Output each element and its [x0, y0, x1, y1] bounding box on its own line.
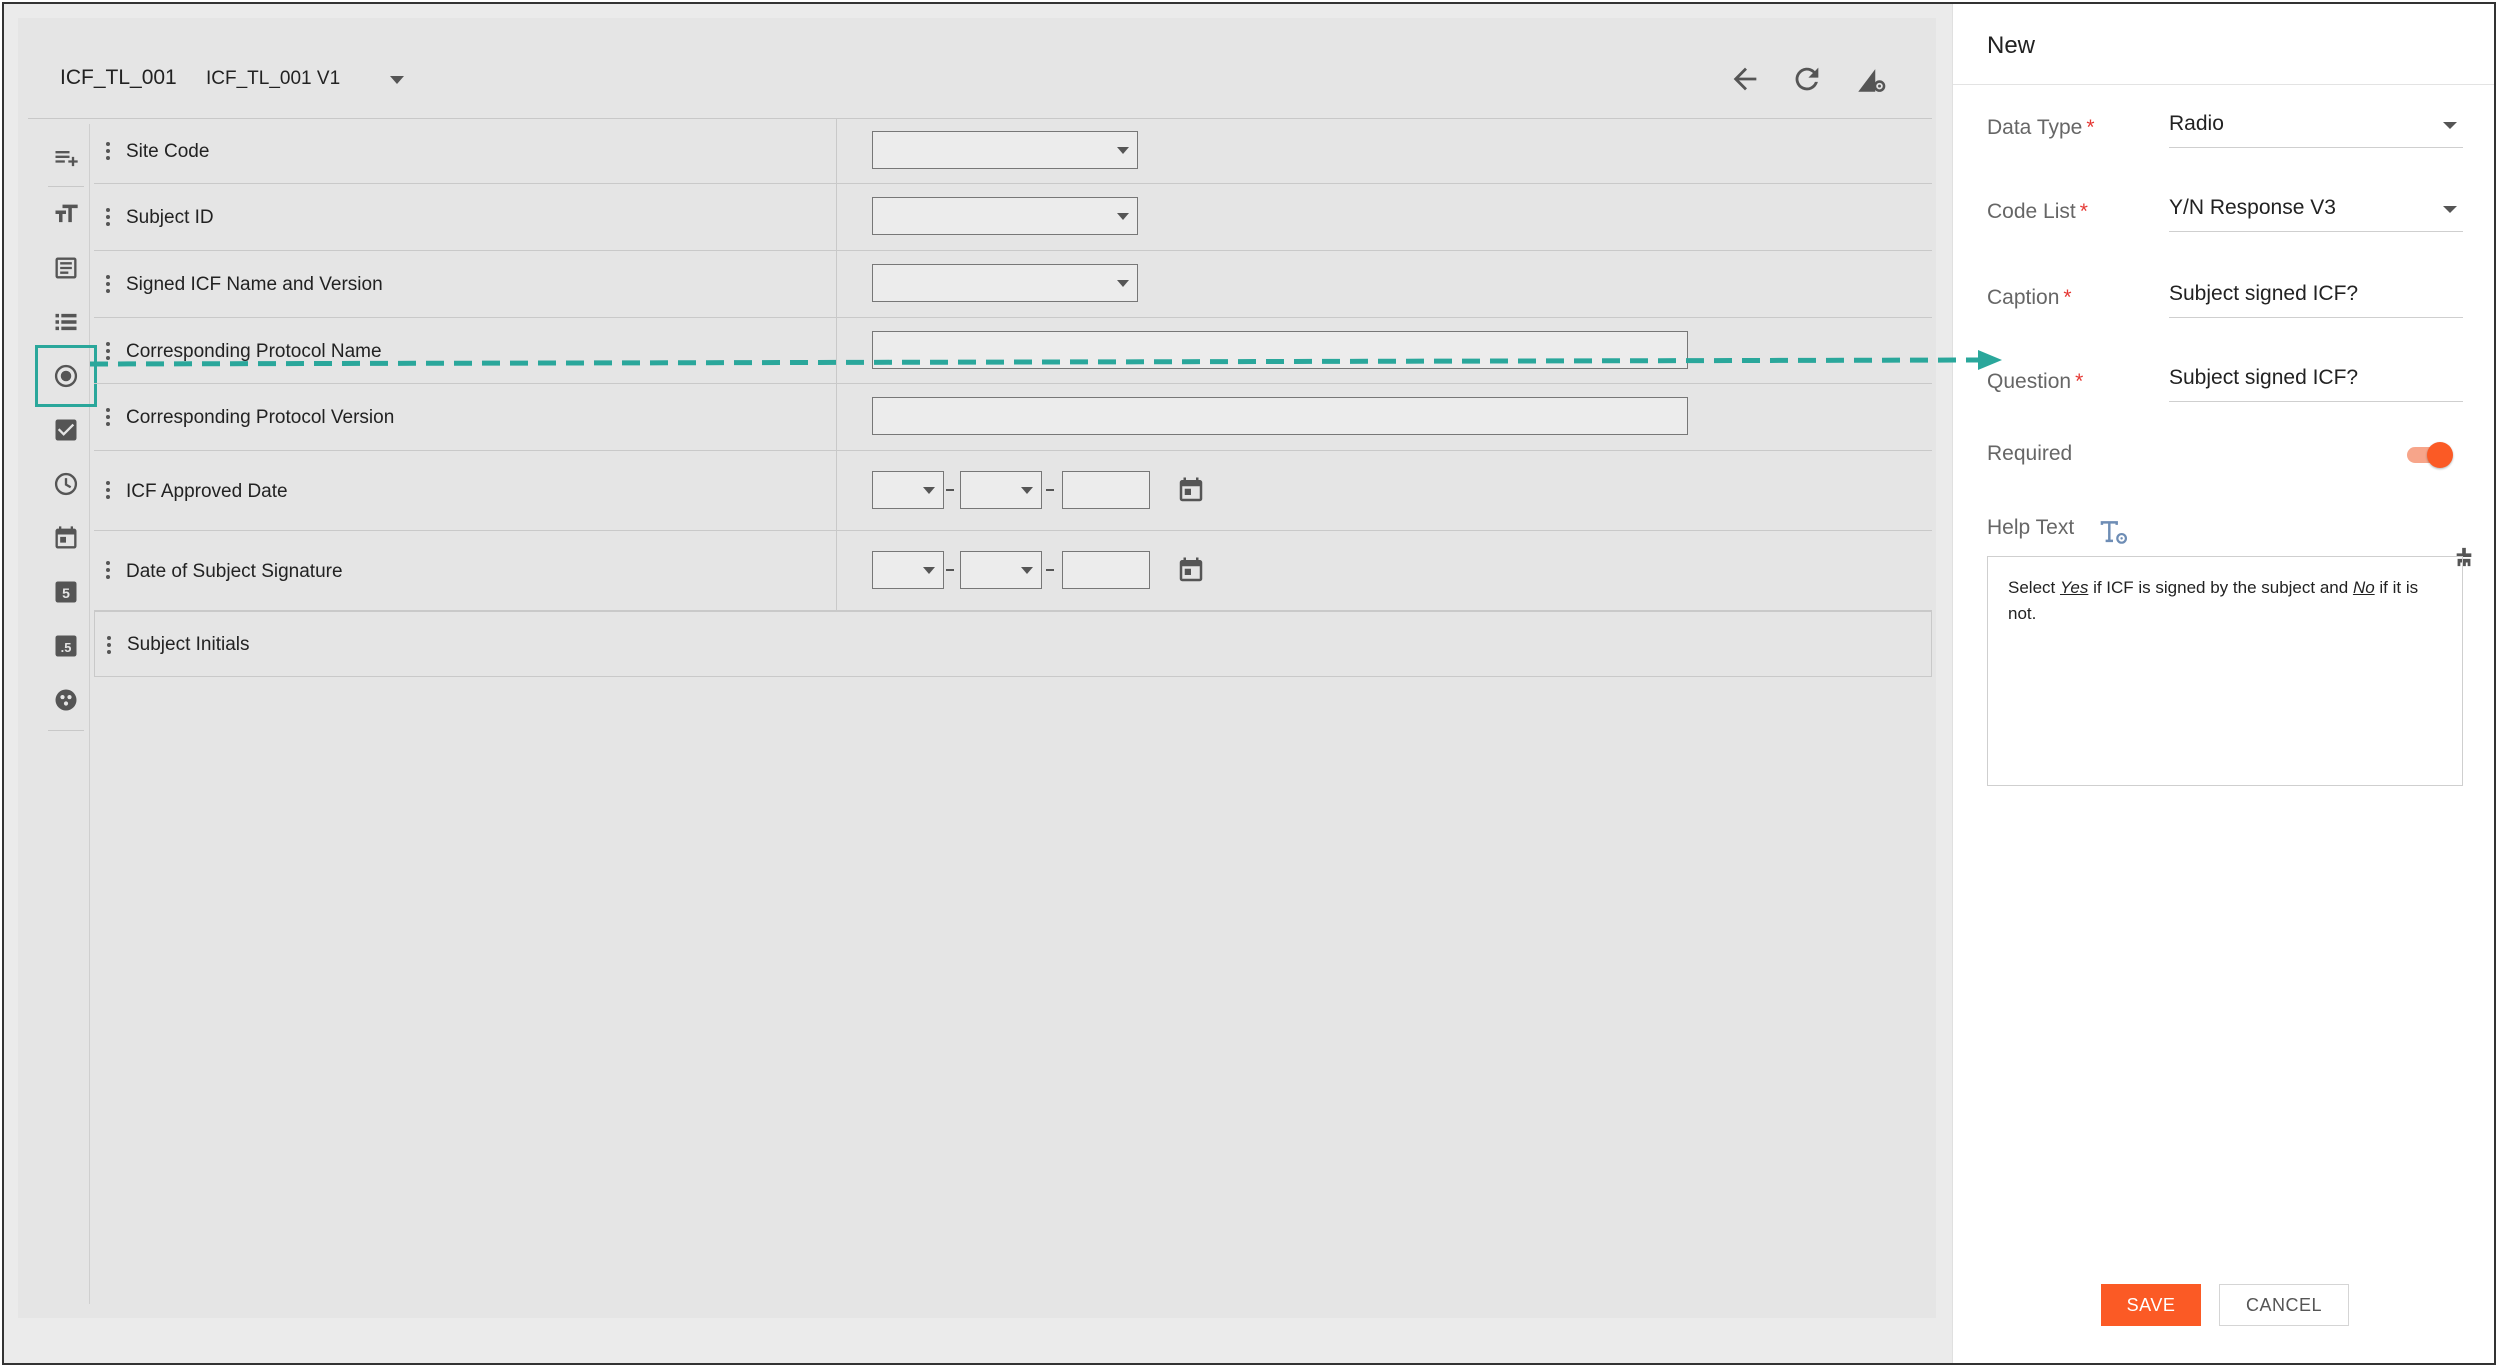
- code-list-select[interactable]: Y/N Response V3: [2169, 188, 2463, 232]
- calendar-icon[interactable]: [1176, 555, 1206, 585]
- refresh-icon[interactable]: [1790, 62, 1824, 96]
- text-block-icon[interactable]: [42, 244, 90, 292]
- approved-day-select[interactable]: [872, 471, 944, 509]
- time-icon[interactable]: [42, 460, 90, 508]
- table-row[interactable]: Signed ICF Name and Version: [94, 251, 1932, 318]
- text-settings-icon[interactable]: [2097, 516, 2129, 546]
- add-row-icon[interactable]: [42, 134, 90, 182]
- svg-text:5: 5: [62, 585, 70, 601]
- approved-year-input[interactable]: [1062, 471, 1150, 509]
- required-toggle[interactable]: [2407, 440, 2453, 470]
- designer-header: ICF_TL_001 ICF_TL_001 V1: [18, 18, 1936, 118]
- toggle-knob: [2427, 442, 2453, 468]
- drag-handle-icon[interactable]: [106, 208, 112, 228]
- site-code-select[interactable]: [872, 131, 1138, 169]
- form-version-select[interactable]: ICF_TL_001 V1: [206, 68, 340, 90]
- svg-text:.5: .5: [61, 640, 72, 655]
- row-label: ICF Approved Date: [126, 481, 288, 502]
- subject-id-select[interactable]: [872, 197, 1138, 235]
- drag-handle-icon[interactable]: [106, 561, 112, 581]
- table-row[interactable]: Corresponding Protocol Name: [94, 318, 1932, 384]
- number-icon[interactable]: 5: [42, 568, 90, 616]
- row-label: Date of Subject Signature: [126, 561, 343, 582]
- column-divider: [836, 184, 837, 250]
- form-settings-icon[interactable]: [1854, 62, 1888, 96]
- row-label: Signed ICF Name and Version: [126, 274, 383, 295]
- date-separator: [1046, 569, 1054, 571]
- column-divider: [836, 451, 837, 530]
- data-type-select[interactable]: Radio: [2169, 104, 2463, 148]
- caption-label: Caption *: [1987, 286, 2072, 309]
- list-icon[interactable]: [42, 298, 90, 346]
- chevron-down-icon[interactable]: [390, 76, 404, 84]
- signature-day-select[interactable]: [872, 551, 944, 589]
- signature-month-select[interactable]: [960, 551, 1042, 589]
- form-code: ICF_TL_001: [60, 66, 177, 89]
- field-toolbox: 5 .5: [35, 124, 97, 1304]
- column-divider: [836, 384, 837, 450]
- table-row[interactable]: Date of Subject Signature: [94, 531, 1932, 611]
- column-divider: [836, 118, 837, 183]
- drag-handle-icon[interactable]: [106, 342, 112, 362]
- code-list-label: Code List *: [1987, 200, 2088, 223]
- form-canvas: ICF_TL_001 ICF_TL_001 V1 5 .5 Site Code …: [18, 18, 1936, 1318]
- row-label: Site Code: [126, 141, 210, 162]
- date-separator: [1046, 489, 1054, 491]
- radio-icon[interactable]: [35, 345, 97, 407]
- toolbox-divider: [48, 730, 84, 731]
- save-button[interactable]: SAVE: [2101, 1284, 2201, 1326]
- toolbox-divider: [48, 186, 84, 187]
- row-label: Corresponding Protocol Version: [126, 407, 395, 428]
- checkbox-icon[interactable]: [42, 406, 90, 454]
- caption-input[interactable]: Subject signed ICF?: [2169, 274, 2463, 318]
- calendar-icon[interactable]: [1176, 475, 1206, 505]
- protocol-version-input[interactable]: [872, 397, 1688, 435]
- panel-divider: [1953, 84, 2494, 85]
- column-divider: [836, 318, 837, 383]
- panel-title: New: [1987, 32, 2036, 59]
- drag-handle-icon[interactable]: [106, 142, 112, 162]
- decimal-icon[interactable]: .5: [42, 622, 90, 670]
- table-row[interactable]: Corresponding Protocol Version: [94, 384, 1932, 451]
- row-label: Subject ID: [126, 207, 214, 228]
- signed-icf-select[interactable]: [872, 264, 1138, 302]
- help-text-label: Help Text: [1987, 516, 2075, 539]
- text-size-icon[interactable]: [42, 190, 90, 238]
- data-type-label: Data Type *: [1987, 116, 2095, 139]
- date-separator: [946, 569, 954, 571]
- help-text-editor[interactable]: Select Yes if ICF is signed by the subje…: [1987, 556, 2463, 786]
- form-designer: ICF_TL_001 ICF_TL_001 V1 5 .5 Site Code …: [4, 4, 1952, 1363]
- table-row[interactable]: Site Code: [94, 118, 1932, 184]
- drag-handle-icon[interactable]: [106, 481, 112, 501]
- row-label: Corresponding Protocol Name: [126, 341, 382, 362]
- column-divider: [836, 251, 837, 317]
- drag-handle-icon[interactable]: [106, 408, 112, 428]
- back-arrow-icon[interactable]: [1728, 62, 1762, 96]
- question-input[interactable]: Subject signed ICF?: [2169, 358, 2463, 402]
- lookup-icon[interactable]: [42, 676, 90, 724]
- date-icon[interactable]: [42, 514, 90, 562]
- date-separator: [946, 489, 954, 491]
- table-row[interactable]: Subject Initials: [94, 611, 1932, 677]
- cancel-button[interactable]: CANCEL: [2219, 1284, 2349, 1326]
- column-divider: [836, 531, 837, 610]
- field-properties-panel: New Data Type * Radio Code List * Y/N Resp…: [1952, 4, 2494, 1363]
- app-frame: ICF_TL_001 ICF_TL_001 V1 5 .5 Site Code …: [2, 2, 2496, 1365]
- row-label: Subject Initials: [127, 634, 250, 655]
- protocol-name-input[interactable]: [872, 331, 1688, 369]
- drag-handle-icon[interactable]: [107, 636, 113, 656]
- table-row[interactable]: ICF Approved Date: [94, 451, 1932, 531]
- required-label: Required: [1987, 442, 2073, 465]
- question-label: Question *: [1987, 370, 2084, 393]
- drag-handle-icon[interactable]: [106, 275, 112, 295]
- table-row[interactable]: Subject ID: [94, 184, 1932, 251]
- signature-year-input[interactable]: [1062, 551, 1150, 589]
- approved-month-select[interactable]: [960, 471, 1042, 509]
